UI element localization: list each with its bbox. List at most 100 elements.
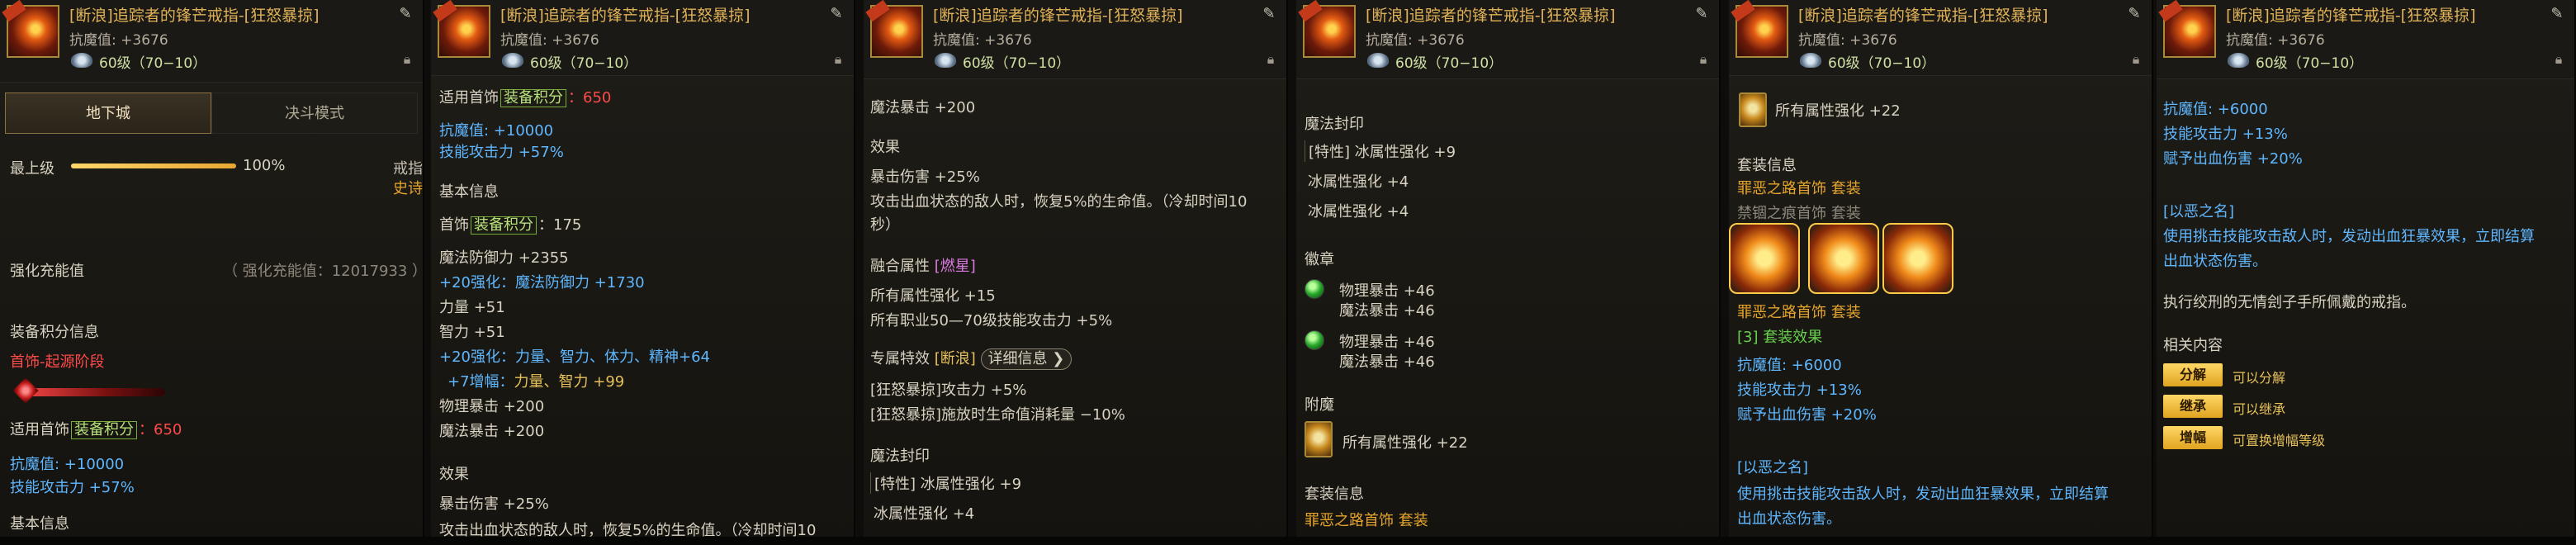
emblem-2-mag: 魔法暴击 +46 (1339, 353, 1435, 371)
detail-button[interactable]: 详细信息 ❯ (980, 348, 1073, 370)
set-skill: 技能攻击力 +13% (2163, 126, 2288, 143)
set-line: 罪恶之路首饰 套装 (1305, 512, 1428, 529)
item-level: 60级（70−10） (99, 55, 207, 72)
set-item-3-icon[interactable] (1882, 223, 1953, 294)
level-gem-icon (1800, 53, 1821, 68)
set-item-2-icon[interactable] (1808, 223, 1879, 294)
set-bleed: 赋予出血伤害 +20% (1737, 406, 1877, 424)
set-item-1-icon[interactable] (1729, 223, 1800, 294)
tab-duel[interactable]: 决斗模式 (211, 92, 418, 134)
enchant-value: 所有属性强化 +22 (1775, 102, 1901, 120)
top-level-label: 最上级 (10, 160, 54, 178)
inherit-button[interactable]: 继承 (2163, 395, 2223, 418)
item-level: 60级（70−10） (530, 55, 638, 72)
emblem-1-phys: 物理暴击 +46 (1339, 282, 1435, 300)
level-gem-icon (71, 53, 92, 68)
item-level: 60级（70−10） (963, 55, 1071, 72)
special-line-1: [狂怒暴掠]攻击力 +5% (870, 382, 1027, 399)
item-header: [断浪]追踪者的锋芒戒指-[狂怒暴掠] 抗魔值: +3676 60级（70−10… (431, 0, 854, 76)
item-resist: 抗魔值: +3676 (933, 32, 1032, 49)
ice-line-2: 冰属性强化 +4 (1308, 203, 1409, 220)
mag-crit-line: 魔法暴击 +200 (439, 423, 545, 440)
score-info-heading: 装备积分信息 (10, 324, 99, 341)
basic-heading: 基本信息 (439, 183, 499, 201)
item-title: [断浪]追踪者的锋芒戒指-[狂怒暴掠] (69, 7, 320, 25)
evil-name: [以恶之名] (2163, 203, 2235, 220)
lock-icon[interactable]: 🔒︎ (1696, 51, 1711, 69)
inherit-status: 可以继承 (2233, 401, 2286, 417)
item-icon (1298, 0, 1356, 58)
seal-heading: 魔法封印 (1305, 116, 1364, 133)
split-button[interactable]: 分解 (2163, 363, 2223, 386)
level-gem-icon (2228, 53, 2249, 68)
effect-heading: 效果 (870, 139, 900, 156)
crit-dmg-line: 暴击伤害 +25% (439, 495, 549, 513)
edit-icon[interactable]: ✎ (1260, 5, 1278, 22)
set-bleed: 赋予出血伤害 +20% (2163, 150, 2303, 168)
acc-score-line: 首饰 装备积分 ：175 (439, 216, 582, 235)
item-icon (2158, 0, 2216, 58)
phys-crit-line: 物理暴击 +200 (439, 398, 545, 415)
lock-icon[interactable]: 🔒︎ (831, 51, 845, 69)
tooltip-panel-4: [断浪]追踪者的锋芒戒指-[狂怒暴掠] 抗魔值: +3676 60级（70−10… (1296, 0, 1721, 545)
emblem-gem-icon (1305, 330, 1324, 350)
emblem-heading: 徽章 (1305, 251, 1334, 268)
edit-icon[interactable]: ✎ (396, 5, 414, 22)
edit-icon[interactable]: ✎ (1693, 5, 1711, 22)
evil-line-1: 使用挑击技能攻击敌人时，发动出血狂暴效果，立即结算 (1737, 486, 2109, 503)
seal-trait-line: [特性] 冰属性强化 +9 (870, 472, 1021, 494)
level-gem-icon (502, 53, 523, 68)
set-line-3: 罪恶之路首饰 套装 (1737, 304, 1861, 321)
lock-icon[interactable]: 🔒︎ (1263, 51, 1278, 69)
bottom-strip (0, 537, 2576, 545)
edit-icon[interactable]: ✎ (2125, 5, 2143, 22)
basic-heading: 基本信息 (10, 515, 69, 533)
lock-icon[interactable]: 🔒︎ (2129, 51, 2143, 69)
item-level: 60级（70−10） (1828, 55, 1936, 72)
emblem-1-mag: 魔法暴击 +46 (1339, 302, 1435, 320)
item-header: [断浪]追踪者的锋芒戒指-[狂怒暴掠] 抗魔值: +3676 60级（70−10… (1729, 0, 2152, 76)
special-heading: 专属特效 [断浪] 详细信息 ❯ (870, 347, 1073, 370)
split-status: 可以分解 (2233, 370, 2286, 386)
stage-label: 首饰-起源阶段 (10, 353, 105, 371)
evil-name: [以恶之名] (1737, 459, 1809, 476)
item-icon (865, 0, 923, 58)
set-line-1: 罪恶之路首饰 套装 (1737, 180, 1861, 197)
set-skill: 技能攻击力 +13% (1737, 382, 1862, 399)
ice-line-1: 冰属性强化 +4 (1308, 173, 1409, 191)
lock-icon[interactable]: 🔒︎ (400, 51, 414, 69)
enchant-card-icon (1739, 92, 1767, 127)
resist-bonus: 抗魔值: +10000 (439, 122, 554, 140)
reinforce-line: +20强化：魔法防御力 +1730 (439, 274, 645, 291)
item-header: [断浪]追踪者的锋芒戒指-[狂怒暴掠] 抗魔值: +3676 60级（70−10… (1296, 0, 1719, 79)
item-resist: 抗魔值: +3676 (2226, 32, 2325, 49)
level-gem-icon (935, 53, 956, 68)
item-rarity: 史诗 (393, 180, 423, 197)
progress-percent: 100% (243, 157, 286, 174)
amp-status: 可置换增幅等级 (2233, 433, 2326, 448)
progress-fill (71, 164, 236, 168)
item-title: [断浪]追踪者的锋芒戒指-[狂怒暴掠] (933, 7, 1183, 25)
int-line: 智力 +51 (439, 324, 505, 341)
enchant-card-icon (1305, 421, 1333, 457)
edit-icon[interactable]: ✎ (827, 5, 845, 22)
item-level: 60级（70−10） (2256, 55, 2364, 72)
flavor-text: 执行绞刑的无情刽子手所佩戴的戒指。 (2163, 294, 2416, 311)
item-title: [断浪]追踪者的锋芒戒指-[狂怒暴掠] (500, 7, 751, 25)
item-resist: 抗魔值: +3676 (500, 32, 599, 49)
edit-icon[interactable]: ✎ (2548, 5, 2566, 22)
emblem-1 (1305, 279, 1331, 299)
set-info-heading: 套装信息 (1305, 486, 1364, 503)
apply-score-line: 适用首饰 装备积分 ：650 (10, 421, 182, 439)
stage-bar (17, 388, 165, 396)
lock-icon[interactable]: 🔒︎ (2551, 51, 2566, 69)
item-icon (2, 0, 59, 58)
mdef-line: 魔法防御力 +2355 (439, 249, 569, 267)
evil-line-2: 出血状态伤害。 (1737, 510, 1841, 528)
progress-bar (71, 164, 236, 168)
tab-dungeon[interactable]: 地下城 (5, 92, 211, 134)
evil-line-1: 使用挑击技能攻击敌人时，发动出血狂暴效果，立即结算 (2163, 228, 2535, 245)
amp-button[interactable]: 增幅 (2163, 426, 2223, 449)
special-line-2: [狂怒暴掠]施放时生命值消耗量 −10% (870, 406, 1125, 424)
crit-dmg-line: 暴击伤害 +25% (870, 168, 980, 186)
